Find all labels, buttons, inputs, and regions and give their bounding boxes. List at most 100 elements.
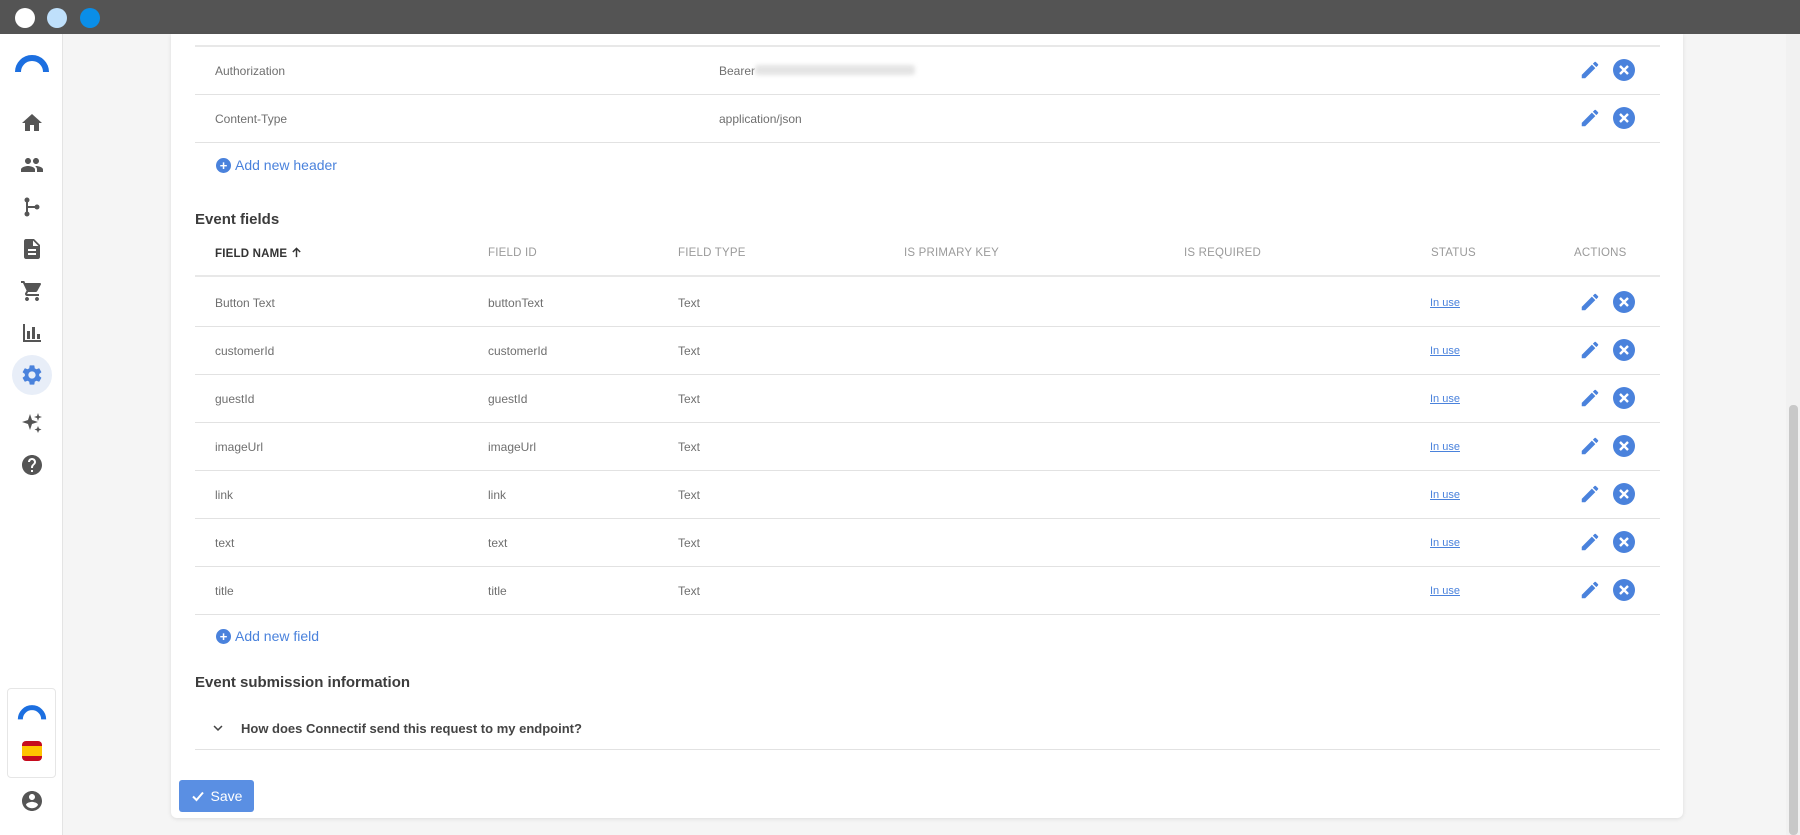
document-icon[interactable]: [16, 233, 48, 265]
edit-field-button[interactable]: [1579, 339, 1601, 361]
field-id: imageUrl: [488, 440, 537, 454]
add-field-label: Add new field: [235, 628, 320, 644]
sidebar: [0, 34, 63, 835]
help-icon[interactable]: [16, 449, 48, 481]
field-name: link: [215, 488, 234, 502]
status-link[interactable]: In use: [1430, 297, 1460, 309]
divider: [195, 326, 1660, 327]
header-name: Content-Type: [215, 112, 288, 126]
workflow-icon[interactable]: [16, 191, 48, 223]
edit-field-button[interactable]: [1579, 531, 1601, 553]
status-link[interactable]: In use: [1430, 345, 1460, 357]
column-status: STATUS: [1431, 247, 1476, 259]
field-id: buttonText: [488, 296, 544, 310]
column-is-primary-key[interactable]: IS PRIMARY KEY: [904, 247, 999, 259]
submission-accordion[interactable]: How does Connectif send this request to …: [209, 719, 582, 737]
chevron-down-icon: [213, 725, 223, 731]
edit-header-button[interactable]: [1579, 107, 1601, 129]
field-type: Text: [678, 536, 701, 550]
window-minimize-button[interactable]: [47, 8, 67, 28]
status-link[interactable]: In use: [1430, 393, 1460, 405]
edit-field-button[interactable]: [1579, 579, 1601, 601]
field-name: title: [215, 584, 234, 598]
column-actions: ACTIONS: [1574, 247, 1627, 259]
delete-header-button[interactable]: [1613, 59, 1635, 81]
delete-field-button[interactable]: [1613, 387, 1635, 409]
delete-field-button[interactable]: [1613, 339, 1635, 361]
submission-title: Event submission information: [195, 674, 411, 691]
divider: [195, 94, 1660, 95]
header-name: Authorization: [215, 64, 286, 78]
account-switcher: [7, 688, 56, 778]
account-icon[interactable]: [16, 785, 48, 817]
save-button[interactable]: Save: [179, 780, 254, 812]
window-close-button[interactable]: [15, 8, 35, 28]
divider: [195, 374, 1660, 375]
save-label: Save: [210, 788, 243, 804]
field-id: title: [488, 584, 507, 598]
status-link[interactable]: In use: [1430, 489, 1460, 501]
status-link[interactable]: In use: [1430, 537, 1460, 549]
field-name: imageUrl: [215, 440, 264, 454]
delete-header-button[interactable]: [1613, 107, 1635, 129]
status-link[interactable]: In use: [1430, 585, 1460, 597]
delete-field-button[interactable]: [1613, 579, 1635, 601]
delete-field-button[interactable]: [1613, 291, 1635, 313]
column-is-required[interactable]: IS REQUIRED: [1184, 247, 1261, 259]
edit-field-button[interactable]: [1579, 435, 1601, 457]
edit-header-button[interactable]: [1579, 59, 1601, 81]
divider: [195, 566, 1660, 567]
column-field-name[interactable]: FIELD NAME: [215, 247, 302, 260]
field-id: customerId: [488, 344, 548, 358]
edit-field-button[interactable]: [1579, 387, 1601, 409]
add-header-button[interactable]: + Add new header: [216, 157, 337, 173]
status-link[interactable]: In use: [1430, 441, 1460, 453]
sparkles-icon[interactable]: [16, 407, 48, 439]
cart-icon[interactable]: [16, 275, 48, 307]
divider: [195, 518, 1660, 519]
event-fields-title: Event fields: [195, 211, 280, 228]
connectif-logo[interactable]: [14, 52, 50, 76]
divider: [195, 275, 1660, 277]
delete-field-button[interactable]: [1613, 435, 1635, 457]
field-name: Button Text: [215, 296, 275, 310]
spain-flag-icon[interactable]: [22, 741, 42, 761]
edit-field-button[interactable]: [1579, 291, 1601, 313]
gear-icon[interactable]: [12, 355, 52, 395]
column-field-id[interactable]: FIELD ID: [488, 247, 537, 259]
delete-field-button[interactable]: [1613, 531, 1635, 553]
divider: [195, 614, 1660, 615]
column-field-name-label: FIELD NAME: [215, 248, 288, 260]
check-icon: [191, 791, 204, 802]
divider: [195, 749, 1660, 750]
divider: [195, 470, 1660, 471]
main-card: [171, 34, 1683, 818]
divider: [195, 45, 1660, 47]
field-id: link: [488, 488, 507, 502]
field-type: Text: [678, 392, 701, 406]
window-maximize-button[interactable]: [80, 8, 100, 28]
divider: [195, 142, 1660, 143]
field-id: text: [488, 536, 508, 550]
accordion-label: How does Connectif send this request to …: [241, 720, 582, 736]
header-value: Bearer: [719, 64, 756, 78]
field-type: Text: [678, 488, 701, 502]
add-field-button[interactable]: + Add new field: [216, 628, 319, 644]
column-field-type[interactable]: FIELD TYPE: [678, 247, 746, 259]
delete-field-button[interactable]: [1613, 483, 1635, 505]
field-type: Text: [678, 296, 701, 310]
edit-field-button[interactable]: [1579, 483, 1601, 505]
people-icon[interactable]: [16, 149, 48, 181]
home-icon[interactable]: [16, 107, 48, 139]
header-value: application/json: [719, 112, 802, 126]
field-type: Text: [678, 584, 701, 598]
plus-circle-icon: +: [216, 628, 231, 644]
plus-circle-icon: +: [216, 157, 231, 173]
connectif-logo-small[interactable]: [16, 701, 48, 721]
add-header-label: Add new header: [235, 157, 337, 173]
field-id: guestId: [488, 392, 528, 406]
field-name: customerId: [215, 344, 275, 358]
scrollbar-thumb[interactable]: [1789, 405, 1798, 835]
field-name: text: [215, 536, 235, 550]
bar-chart-icon[interactable]: [16, 317, 48, 349]
